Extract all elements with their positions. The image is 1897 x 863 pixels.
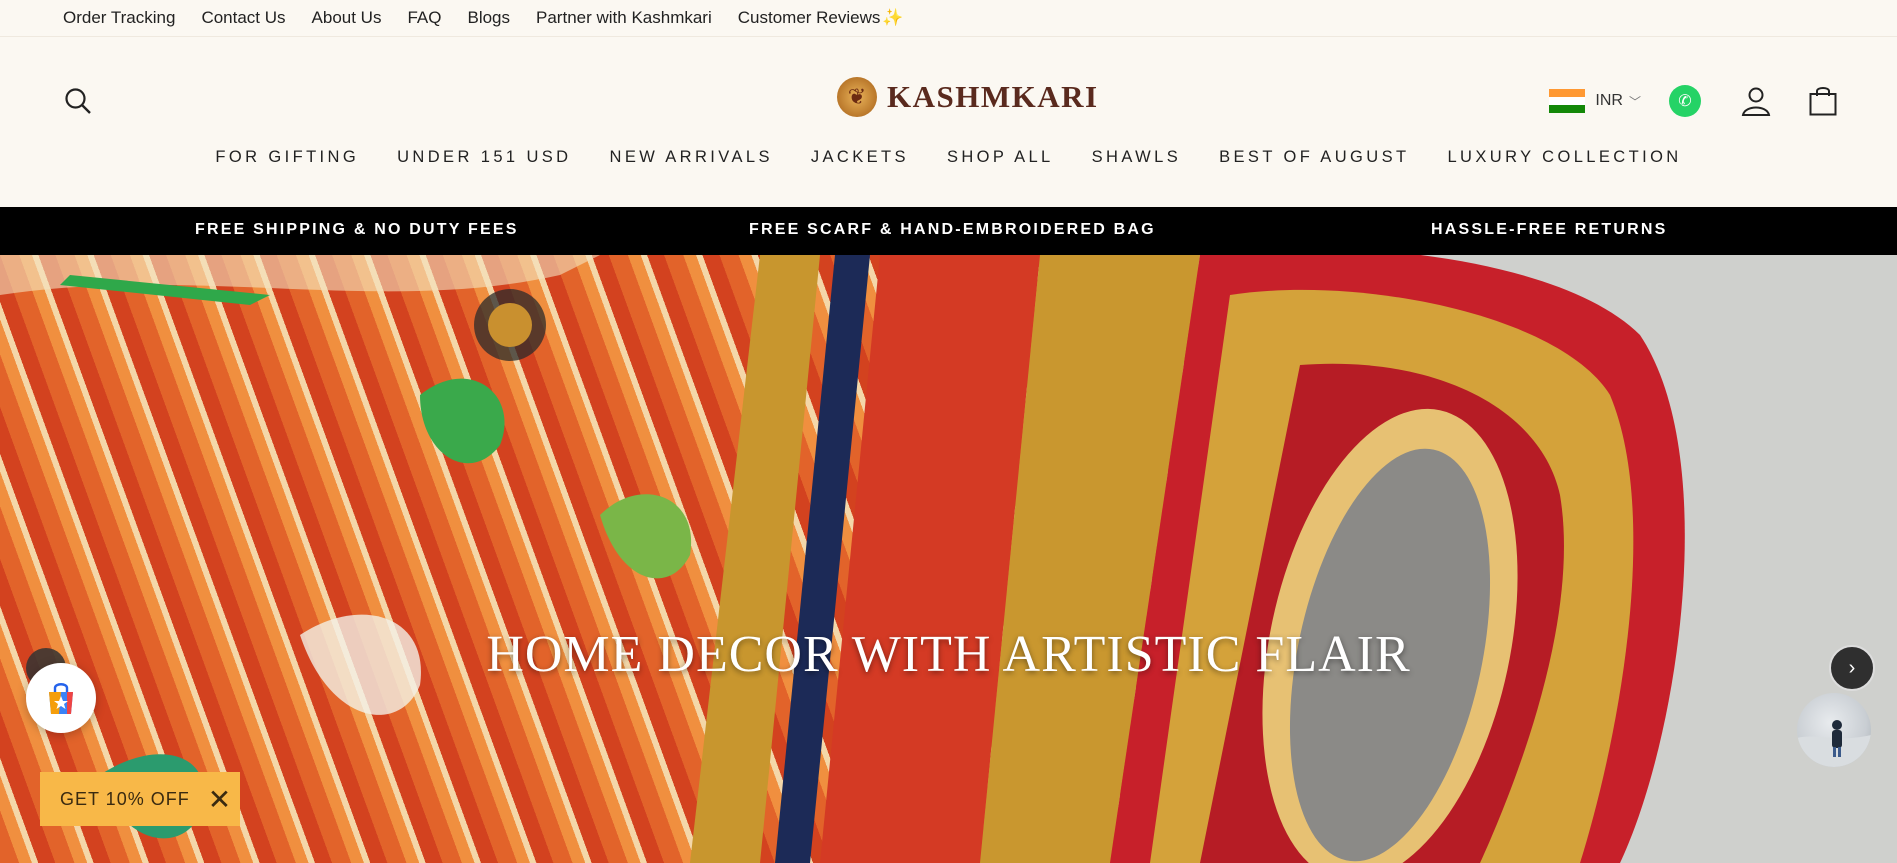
utility-link-about-us[interactable]: About Us [312,8,382,28]
utility-bar: Order Tracking Contact Us About Us FAQ B… [0,0,1897,37]
maple-leaf-icon: ❦ [837,77,877,117]
nav-item-under-151-usd[interactable]: UNDER 151 USD [397,148,571,167]
search-icon[interactable] [64,87,92,115]
discount-label: GET 10% OFF [60,788,190,809]
hero-artwork [0,255,1685,863]
utility-link-partner[interactable]: Partner with Kashmkari [536,8,712,28]
account-icon[interactable] [1741,86,1771,116]
slider-next-button[interactable]: › [1829,645,1875,691]
currency-selector[interactable]: INR [1595,92,1623,110]
nav-item-jackets[interactable]: JACKETS [811,148,909,167]
whatsapp-icon[interactable]: ✆ [1669,85,1701,117]
announcement-free-scarf: FREE SCARF & HAND-EMBROIDERED BAG [749,221,1156,238]
brand-name: KASHMKARI [887,79,1099,114]
nav-item-shawls[interactable]: SHAWLS [1092,148,1181,167]
chevron-down-icon[interactable]: ﹀ [1629,93,1641,110]
india-flag-icon[interactable] [1549,89,1586,113]
hero-banner[interactable]: HOME DECOR WITH ARTISTIC FLAIR [0,255,1897,863]
utility-link-order-tracking[interactable]: Order Tracking [63,8,175,28]
utility-link-customer-reviews[interactable]: Customer Reviews ✨ [738,8,904,28]
announcement-bar: FREE SHIPPING & NO DUTY FEES FREE SCARF … [0,207,1897,255]
announcement-free-shipping: FREE SHIPPING & NO DUTY FEES [195,221,519,238]
announcement-returns: HASSLE-FREE RETURNS [1431,221,1668,238]
main-nav: FOR GIFTING UNDER 151 USD NEW ARRIVALS J… [0,148,1897,167]
nav-item-luxury-collection[interactable]: LUXURY COLLECTION [1447,148,1681,167]
utility-link-contact-us[interactable]: Contact Us [201,8,285,28]
sparkle-icon: ✨ [882,8,904,27]
brand-logo[interactable]: ❦ KASHMKARI [837,77,1099,117]
hero-title: HOME DECOR WITH ARTISTIC FLAIR [486,626,1411,683]
nav-item-best-of-august[interactable]: BEST OF AUGUST [1219,148,1409,167]
nav-item-for-gifting[interactable]: FOR GIFTING [215,148,359,167]
utility-link-blogs[interactable]: Blogs [467,8,510,28]
cart-icon[interactable] [1809,86,1837,116]
shopping-bag-star-icon [49,683,73,714]
customer-reviews-label: Customer Reviews [737,8,881,27]
video-avatar[interactable] [1797,693,1871,767]
person-figure [1797,720,1871,767]
utility-link-faq[interactable]: FAQ [407,8,441,28]
close-icon[interactable]: ✕ [208,783,232,816]
nav-item-shop-all[interactable]: SHOP ALL [947,148,1054,167]
nav-item-new-arrivals[interactable]: NEW ARRIVALS [610,148,773,167]
site-header: ❦ KASHMKARI INR ﹀ ✆ FOR GIFTING UNDER 15… [0,37,1897,207]
discount-popup-button[interactable]: GET 10% OFF ✕ [40,772,240,826]
header-actions: INR ﹀ ✆ [1549,85,1837,117]
shopping-bag-badge[interactable] [26,663,96,733]
